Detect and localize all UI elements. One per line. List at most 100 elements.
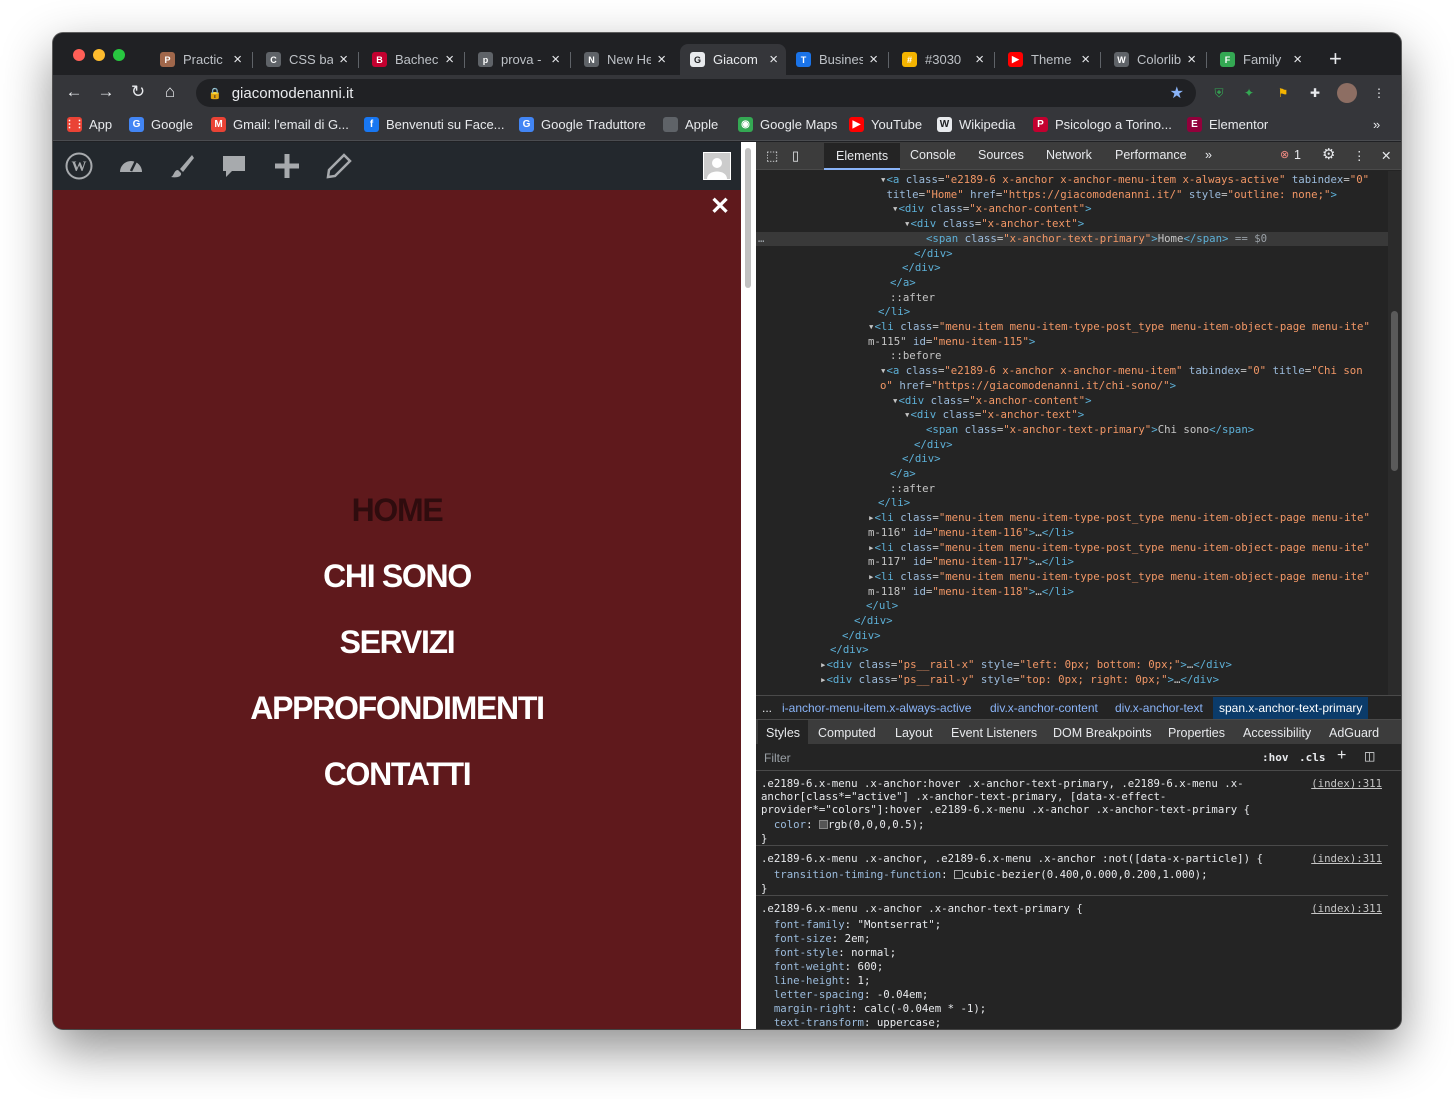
dom-node-line[interactable]: ▸<div class="ps__rail-x" style="left: 0p…	[756, 658, 1388, 673]
error-icon[interactable]: ⊗	[1280, 148, 1289, 161]
devtools-tab-console[interactable]: Console	[910, 148, 956, 162]
styles-pane[interactable]: .e2189-6.x-menu .x-anchor:hover .x-ancho…	[756, 771, 1388, 1029]
subtab-event-listeners[interactable]: Event Listeners	[951, 726, 1037, 740]
edit-pencil-icon[interactable]	[325, 152, 353, 180]
bookmark-item[interactable]: ▶ YouTube	[849, 117, 922, 132]
bookmark-item[interactable]: W Wikipedia	[937, 117, 1015, 132]
dom-node-line[interactable]: </li>	[756, 496, 1388, 511]
breadcrumb-anchor-content[interactable]: div.x-anchor-content	[990, 701, 1098, 715]
dom-node-line[interactable]: m-117" id="menu-item-117">…</li>	[756, 555, 1388, 570]
browser-tab[interactable]: G Giacom ×	[680, 44, 786, 75]
browser-tab[interactable]: ▶ Theme ×	[998, 44, 1098, 75]
subtab-accessibility[interactable]: Accessibility	[1243, 726, 1311, 740]
tab-close-icon[interactable]: ×	[233, 51, 242, 68]
customize-brush-icon[interactable]	[168, 152, 196, 180]
device-toolbar-icon[interactable]: ▯	[792, 148, 799, 164]
subtab-properties[interactable]: Properties	[1168, 726, 1225, 740]
page-scrollbar[interactable]	[741, 142, 756, 1029]
dom-node-line[interactable]: </li>	[756, 305, 1388, 320]
devtools-close-icon[interactable]: ✕	[1381, 148, 1391, 163]
settings-gear-icon[interactable]: ⚙	[1322, 145, 1335, 163]
address-bar[interactable]: 🔒 giacomodenanni.it ★	[196, 79, 1196, 107]
menu-item-approfondimenti[interactable]: APPROFONDIMENTI	[53, 690, 741, 727]
browser-tab[interactable]: W Colorlib ×	[1104, 44, 1204, 75]
css-rule-line[interactable]: font-size: 2em;	[761, 932, 1388, 946]
css-rule-line[interactable]: }	[761, 832, 1388, 846]
css-rule-line[interactable]: .e2189-6.x-menu .x-anchor, .e2189-6.x-me…	[761, 852, 1388, 866]
dom-node-line[interactable]: </div>	[756, 438, 1388, 453]
dom-tree[interactable]: ▾<a class="e2189-6 x-anchor x-anchor-men…	[756, 171, 1388, 695]
dom-node-line[interactable]: </div>	[756, 247, 1388, 262]
bookmark-item[interactable]: Apple	[663, 117, 718, 132]
tab-close-icon[interactable]: ×	[869, 51, 878, 68]
menu-item-contatti[interactable]: CONTATTI	[53, 756, 741, 793]
profile-avatar[interactable]	[1337, 83, 1357, 103]
tab-close-icon[interactable]: ×	[1187, 51, 1196, 68]
css-rule-line[interactable]: anchor[class*="active"] .x-anchor-text-p…	[761, 790, 1388, 804]
dom-node-line[interactable]: </div>	[756, 614, 1388, 629]
dom-node-line[interactable]: ▾<div class="x-anchor-content">	[756, 202, 1388, 217]
dom-node-line[interactable]: ::before	[756, 349, 1388, 364]
hov-toggle[interactable]: :hov	[1262, 751, 1289, 764]
dom-node-line[interactable]: ▾<div class="x-anchor-text">	[756, 408, 1388, 423]
dom-node-line[interactable]: </div>	[756, 643, 1388, 658]
css-rule-line[interactable]: .e2189-6.x-menu .x-anchor .x-anchor-text…	[761, 902, 1388, 916]
breadcrumb-anchor-text[interactable]: div.x-anchor-text	[1115, 701, 1203, 715]
browser-tab[interactable]: N New He ×	[574, 44, 674, 75]
tab-close-icon[interactable]: ×	[657, 51, 666, 68]
tab-close-icon[interactable]: ×	[769, 51, 778, 68]
dom-node-line[interactable]: m-118" id="menu-item-118">…</li>	[756, 585, 1388, 600]
browser-tab[interactable]: T Busines ×	[786, 44, 886, 75]
subtab-dom-breakpoints[interactable]: DOM Breakpoints	[1053, 726, 1152, 740]
dashboard-icon[interactable]	[117, 152, 145, 180]
dom-node-line[interactable]: m-115" id="menu-item-115">	[756, 335, 1388, 350]
dom-node-line[interactable]: ::after	[756, 482, 1388, 497]
css-rule-line[interactable]: font-weight: 600;	[761, 960, 1388, 974]
dom-node-line[interactable]: o" href="https://giacomodenanni.it/chi-s…	[756, 379, 1388, 394]
browser-tab[interactable]: F Family ×	[1210, 44, 1310, 75]
dom-node-line[interactable]: ▾<li class="menu-item menu-item-type-pos…	[756, 320, 1388, 335]
rule-source-link[interactable]: (index):311	[1311, 902, 1382, 915]
css-rule-line[interactable]: provider*="colors"]:hover .e2189-6.x-men…	[761, 803, 1388, 817]
rule-source-link[interactable]: (index):311	[1311, 777, 1382, 790]
bookmark-item[interactable]: f Benvenuti su Face...	[364, 117, 505, 132]
devtools-tab-performance[interactable]: Performance	[1115, 148, 1187, 162]
styles-filter-input[interactable]: Filter	[764, 751, 791, 765]
dom-node-line[interactable]: … <span class="x-anchor-text-primary">Hom…	[756, 231, 1388, 247]
page-scrollbar-thumb[interactable]	[745, 148, 751, 288]
browser-tab[interactable]: # #3030 ×	[892, 44, 992, 75]
new-style-rule-icon[interactable]: +	[1337, 747, 1346, 765]
dom-node-line[interactable]: </a>	[756, 467, 1388, 482]
error-count[interactable]: 1	[1294, 148, 1301, 162]
tab-close-icon[interactable]: ×	[975, 51, 984, 68]
extension-icon[interactable]: ✦	[1239, 83, 1259, 103]
tab-close-icon[interactable]: ×	[1293, 51, 1302, 68]
back-button[interactable]: ←	[63, 82, 85, 102]
dom-node-line[interactable]: </ul>	[756, 599, 1388, 614]
menu-item-chi-sono[interactable]: CHI SONO	[53, 558, 741, 595]
devtools-tab-elements[interactable]: Elements	[824, 143, 901, 170]
extension-badge-icon[interactable]: ⚑	[1273, 83, 1293, 103]
dom-node-line[interactable]: ▸<li class="menu-item menu-item-type-pos…	[756, 511, 1388, 526]
dom-node-line[interactable]: ▾<a class="e2189-6 x-anchor x-anchor-men…	[756, 364, 1388, 379]
inspect-element-icon[interactable]: ⬚	[766, 148, 778, 164]
dom-node-line[interactable]: </a>	[756, 276, 1388, 291]
breadcrumb-ellipsis[interactable]: ...	[762, 701, 772, 715]
dom-node-line[interactable]: m-116" id="menu-item-116">…</li>	[756, 526, 1388, 541]
rule-source-link[interactable]: (index):311	[1311, 852, 1382, 865]
dom-node-line[interactable]: ▸<li class="menu-item menu-item-type-pos…	[756, 570, 1388, 585]
user-avatar[interactable]	[703, 152, 731, 180]
css-rule-line[interactable]: font-style: normal;	[761, 946, 1388, 960]
subtab-computed[interactable]: Computed	[818, 726, 876, 740]
subtab-layout[interactable]: Layout	[895, 726, 933, 740]
menu-item-servizi[interactable]: SERVIZI	[53, 624, 741, 661]
tab-close-icon[interactable]: ×	[445, 51, 454, 68]
browser-tab[interactable]: p prova - ×	[468, 44, 568, 75]
dom-node-line[interactable]: </div>	[756, 261, 1388, 276]
bookmark-item[interactable]: ◉ Google Maps	[738, 117, 837, 132]
home-button[interactable]: ⌂	[159, 82, 181, 102]
css-rule-line[interactable]: font-family: "Montserrat";	[761, 918, 1388, 932]
css-rule-line[interactable]: transition-timing-function: cubic-bezier…	[761, 868, 1388, 882]
bookmark-item[interactable]: G Google Traduttore	[519, 117, 646, 132]
browser-menu-icon[interactable]: ⋮	[1369, 83, 1389, 103]
